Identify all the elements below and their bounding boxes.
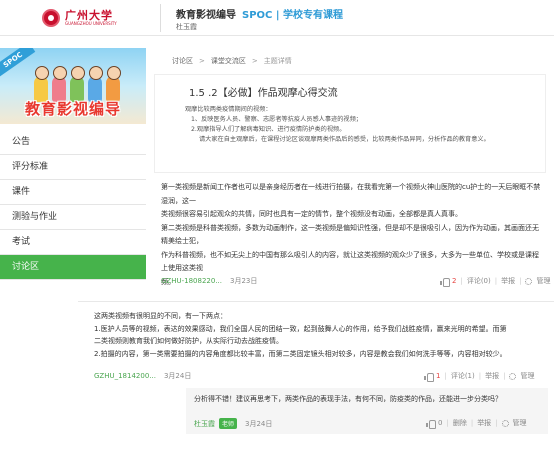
breadcrumb-class-area[interactable]: 课堂交流区 bbox=[211, 57, 246, 65]
delete-link[interactable]: 删除 bbox=[453, 418, 467, 428]
gear-icon[interactable] bbox=[501, 419, 509, 427]
topic-line: 请大家在自主观摩后，在课程讨论区谈观摩两类作品后的感受，比较两类作品异同，分析作… bbox=[199, 136, 490, 143]
course-nav: 公告 评分标准 课件 测验与作业 考试 讨论区 bbox=[0, 130, 146, 280]
course-sidebar: SPOC 教育影视编导 公告 评分标准 课件 测验与作业 考试 讨论区 bbox=[0, 48, 146, 280]
post-author[interactable]: GZHU_1814200... bbox=[94, 372, 156, 380]
header-divider bbox=[160, 4, 161, 32]
course-name[interactable]: 教育影视编导 bbox=[176, 10, 236, 21]
logo-chinese-name: 广州大学 bbox=[65, 8, 113, 22]
post-line: 第二类视频是科普类视频，多数为动画制作，这一类视频是偏知识性强，但是却不是很吸引… bbox=[161, 223, 539, 246]
post-date: 3月24日 bbox=[163, 372, 192, 380]
report-link[interactable]: 举报 bbox=[485, 371, 499, 381]
post-actions: 2 | 评论(0) | 举报 | 管理 bbox=[436, 276, 550, 287]
comment-link[interactable]: 评论(1) bbox=[451, 371, 475, 381]
university-logo[interactable]: 广州大学 GUANGZHOU UNIVERSITY bbox=[42, 9, 117, 27]
sidebar-item-announcements[interactable]: 公告 bbox=[0, 130, 146, 155]
post-content: 第一类视频是新闻工作者也可以是亲身经历者在一线进行拍摄，在我看完第一个视频火神山… bbox=[161, 181, 541, 289]
post-line: 这两类视频有很明显的不同，有一下两点： bbox=[94, 312, 227, 320]
post-author[interactable]: GZHU-1808220... bbox=[161, 277, 222, 285]
post-line: 类视频很容易引起观众的共情，同时也具有一定的情节，整个视频没有动画，全部都是真人… bbox=[161, 210, 462, 218]
manage-link[interactable]: 管理 bbox=[513, 418, 527, 428]
banner-course-title: 教育影视编导 bbox=[24, 100, 121, 118]
university-emblem-icon bbox=[42, 9, 60, 27]
comment-link[interactable]: 评论(0) bbox=[467, 276, 491, 286]
topic-line: 观摩比较两类疫情期间的视频： bbox=[185, 106, 272, 113]
post-line: 作为科普视频，也不如无尖上的中国有那么吸引人的内容，就让这类视频的观众少了很多，… bbox=[161, 250, 539, 273]
topic-description: 观摩比较两类疫情期间的视频： 1、反映医务人员、警察、志愿者等抗疫人员感人事迹的… bbox=[185, 105, 490, 145]
like-count: 0 bbox=[438, 419, 443, 427]
post-actions: 1 | 评论(1) | 举报 | 管理 bbox=[420, 371, 534, 382]
course-banner: SPOC 教育影视编导 bbox=[0, 48, 146, 124]
reply-content: 分析得不错！建议再思考下，两类作品的表现手法，有何不同，防疫类的作品，还能进一步… bbox=[194, 395, 502, 403]
page-header: 广州大学 GUANGZHOU UNIVERSITY 教育影视编导 SPOC | 学… bbox=[0, 0, 554, 36]
spoc-ribbon: SPOC bbox=[0, 48, 36, 79]
sidebar-item-discussion[interactable]: 讨论区 bbox=[0, 255, 146, 280]
reply-date: 3月24日 bbox=[245, 419, 273, 428]
like-icon[interactable] bbox=[426, 419, 436, 429]
course-teacher[interactable]: 杜玉霞 bbox=[176, 22, 197, 32]
post-line: 1.医护人员等的视频，表达的效果感动，我们全国人民的团结一致，起到鼓舞人心的作用… bbox=[94, 324, 507, 333]
post-meta: GZHU-1808220... 3月23日 bbox=[161, 276, 257, 286]
reply-author[interactable]: 杜玉霞 bbox=[194, 419, 215, 429]
post-date: 3月23日 bbox=[229, 277, 258, 285]
post-line: 第一类视频是新闻工作者也可以是亲身经历者在一线进行拍摄，在我看完第一个视频火神山… bbox=[161, 183, 541, 205]
breadcrumb: 讨论区 > 课堂交流区 > 主题详情 bbox=[172, 56, 292, 66]
sidebar-item-courseware[interactable]: 课件 bbox=[0, 180, 146, 205]
post-line: 二类视频则教育我们如何做好防护，从实际行动去战胜疫情。 bbox=[94, 337, 283, 345]
breadcrumb-separator: > bbox=[199, 57, 205, 65]
gear-icon[interactable] bbox=[525, 277, 533, 285]
post-meta: GZHU_1814200... 3月24日 bbox=[94, 371, 191, 381]
like-count: 2 bbox=[452, 277, 457, 285]
reply-meta: 杜玉霞 老师 3月24日 bbox=[194, 418, 272, 429]
logo-english-name: GUANGZHOU UNIVERSITY bbox=[65, 20, 117, 26]
report-link[interactable]: 举报 bbox=[501, 276, 515, 286]
topic-title: 1.5 .2【必做】作品观摩心得交流 bbox=[189, 88, 338, 99]
course-type-label: SPOC | 学校专有课程 bbox=[242, 10, 343, 21]
sidebar-item-grading[interactable]: 评分标准 bbox=[0, 155, 146, 180]
discussion-post: 第一类视频是新闻工作者也可以是亲身经历者在一线进行拍摄，在我看完第一个视频火神山… bbox=[154, 172, 550, 298]
breadcrumb-discussion[interactable]: 讨论区 bbox=[172, 57, 193, 65]
sidebar-item-exams[interactable]: 考试 bbox=[0, 230, 146, 255]
teacher-reply: 分析得不错！建议再思考下，两类作品的表现手法，有何不同，防疫类的作品，还能进一步… bbox=[186, 388, 548, 434]
report-link[interactable]: 举报 bbox=[477, 418, 491, 428]
reply-actions: 0 | 删除 | 举报 | 管理 bbox=[422, 418, 527, 429]
like-icon[interactable] bbox=[440, 277, 450, 287]
like-icon[interactable] bbox=[424, 372, 434, 382]
manage-link[interactable]: 管理 bbox=[536, 276, 550, 286]
like-count: 1 bbox=[436, 372, 441, 380]
topic-line: 1、反映医务人员、警察、志愿者等抗疫人员感人事迹的视频； bbox=[191, 116, 362, 123]
post-content: 这两类视频有很明显的不同，有一下两点： 1.医护人员等的视频，表达的效果感动，我… bbox=[94, 310, 550, 360]
gear-icon[interactable] bbox=[509, 372, 517, 380]
post-line: 2.拍摄的内容，第一类需要拍摄的内容角度都比较丰富，而第二类固定镜头相对较多，内… bbox=[94, 349, 507, 358]
manage-link[interactable]: 管理 bbox=[520, 371, 534, 381]
topic-line: 2.观摩指导人们了解病毒知识、进行疫情防护类的视频。 bbox=[191, 126, 346, 133]
sidebar-item-quizzes[interactable]: 测验与作业 bbox=[0, 205, 146, 230]
breadcrumb-separator: > bbox=[251, 57, 258, 65]
course-title: 教育影视编导 SPOC | 学校专有课程 bbox=[176, 6, 343, 21]
teacher-badge: 老师 bbox=[219, 418, 238, 429]
breadcrumb-current: 主题详情 bbox=[263, 57, 292, 65]
